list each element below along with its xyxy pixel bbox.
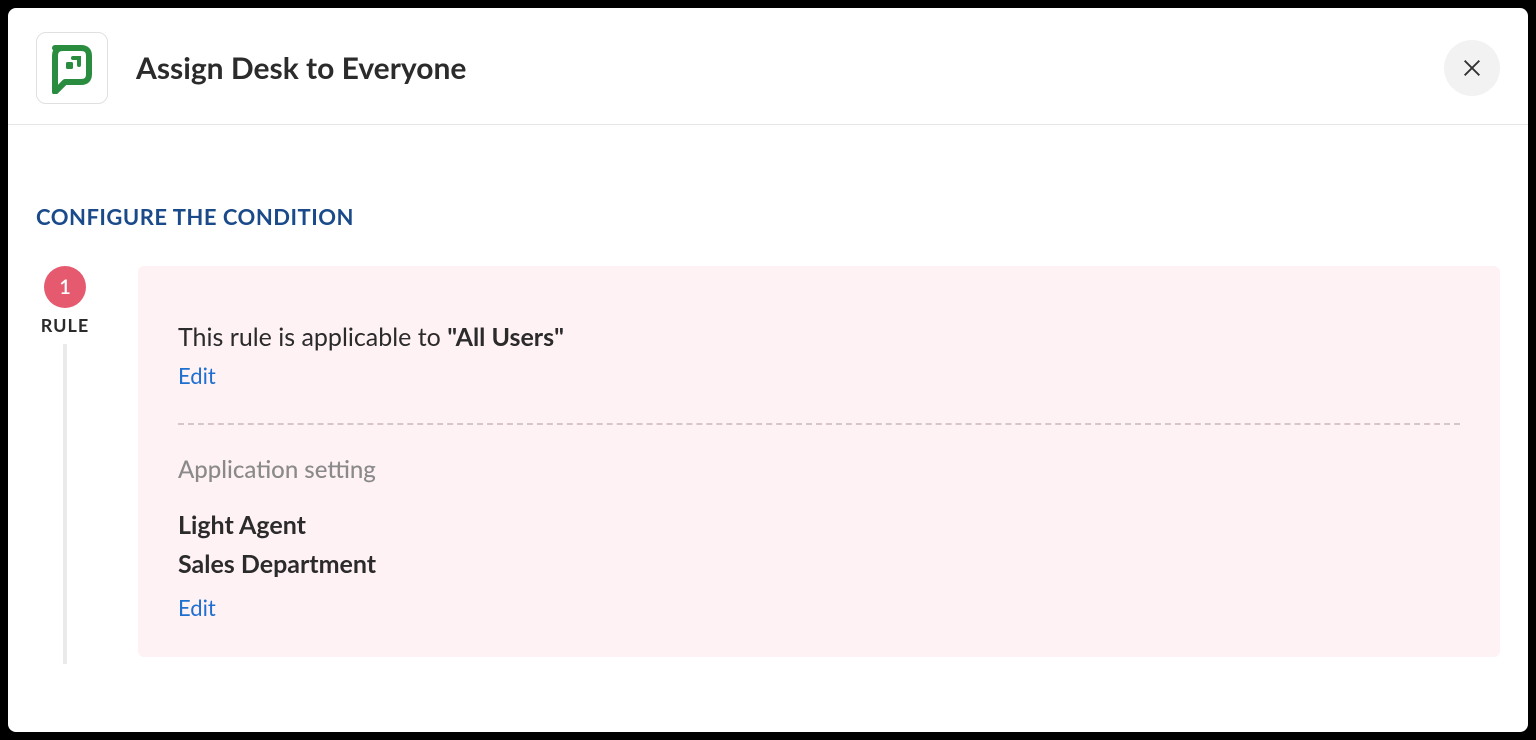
rule-indicator: 1 RULE [36,266,94,664]
dialog-title: Assign Desk to Everyone [136,50,466,86]
dialog-content: CONFIGURE THE CONDITION 1 RULE This rule… [8,125,1528,664]
setting-item: Light Agent [178,506,1460,545]
app-icon-desk [36,32,108,104]
dialog-header: Assign Desk to Everyone [8,8,1528,125]
application-setting-heading: Application setting [178,455,1460,484]
edit-scope-link[interactable]: Edit [178,362,216,389]
close-button[interactable] [1444,40,1500,96]
rule-scope-value: "All Users" [447,322,564,352]
divider [178,423,1460,425]
rule-scope-prefix: This rule is applicable to [178,322,447,352]
close-icon [1461,57,1483,79]
edit-settings-link[interactable]: Edit [178,594,216,621]
section-title: CONFIGURE THE CONDITION [36,203,1500,230]
rule-number-badge: 1 [44,266,86,308]
rule-scope-text: This rule is applicable to "All Users" [178,322,1460,352]
rule-timeline-line [63,344,67,664]
setting-item: Sales Department [178,545,1460,584]
config-dialog: Assign Desk to Everyone CONFIGURE THE CO… [8,8,1528,732]
rule-label: RULE [41,314,90,336]
rule-row: 1 RULE This rule is applicable to "All U… [36,266,1500,664]
rule-card: This rule is applicable to "All Users" E… [138,266,1500,657]
